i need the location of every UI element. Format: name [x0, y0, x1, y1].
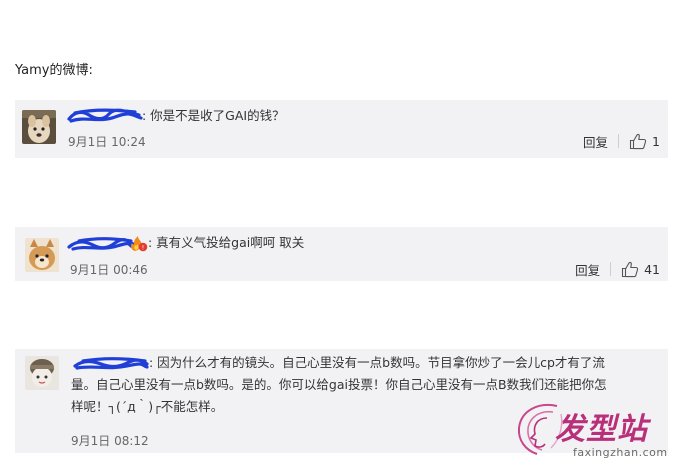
page-heading: Yamy的微博:	[15, 63, 93, 78]
like-count: 41	[644, 261, 660, 277]
comment-time: 9月1日 08:12	[71, 434, 149, 448]
comment-text-line: 样呢！┐(´д｀)┌不能怎样。	[71, 399, 224, 414]
comment-text-line: : 因为什么才有的镜头。自己心里没有一点b数吗。节目拿你炒了一会儿cp才有了流	[149, 355, 605, 370]
like-button[interactable]: 1	[629, 133, 660, 150]
comment-card: : 你是不是收了GAI的钱？ 9月1日 10:24 回复 1	[15, 100, 668, 158]
username-redaction	[67, 237, 135, 251]
username-redaction	[73, 357, 149, 370]
comment-card: ! : 真有义气投给gai啊呵 取关 9月1日 00:46 回复 41	[15, 227, 668, 281]
reply-button[interactable]: 回复	[583, 132, 608, 151]
comment-actions: 回复 41	[575, 259, 660, 279]
like-count: 1	[652, 133, 660, 149]
reply-button[interactable]: 回复	[575, 260, 600, 279]
avatar[interactable]	[25, 238, 59, 272]
comment-text: : 你是不是收了GAI的钱？	[142, 108, 285, 123]
comment-time: 9月1日 10:24	[68, 135, 146, 149]
divider	[618, 134, 620, 148]
avatar[interactable]	[22, 110, 56, 144]
watermark-url: faxingzhan.com	[573, 446, 668, 459]
comment-text: : 真有义气投给gai啊呵 取关	[148, 235, 305, 250]
comment-time: 9月1日 00:46	[70, 263, 148, 277]
thumbs-up-icon	[622, 261, 639, 277]
svg-text:!: !	[142, 244, 144, 251]
like-button[interactable]: 41	[621, 261, 660, 278]
fire-badge-icon: !	[131, 236, 148, 251]
comment-actions: 回复 1	[583, 131, 660, 151]
avatar[interactable]	[25, 356, 59, 390]
thumbs-up-icon	[629, 133, 647, 149]
username-redaction	[67, 108, 143, 123]
watermark-brand: 发型站	[555, 412, 648, 447]
comment-text-line: 量。自己心里没有一点b数吗。是的。你可以给gai投票！你自己心里没有一点B数我们…	[71, 377, 607, 392]
watermark-logo: 发型站 faxingzhan.com	[509, 398, 679, 468]
divider	[610, 262, 612, 276]
